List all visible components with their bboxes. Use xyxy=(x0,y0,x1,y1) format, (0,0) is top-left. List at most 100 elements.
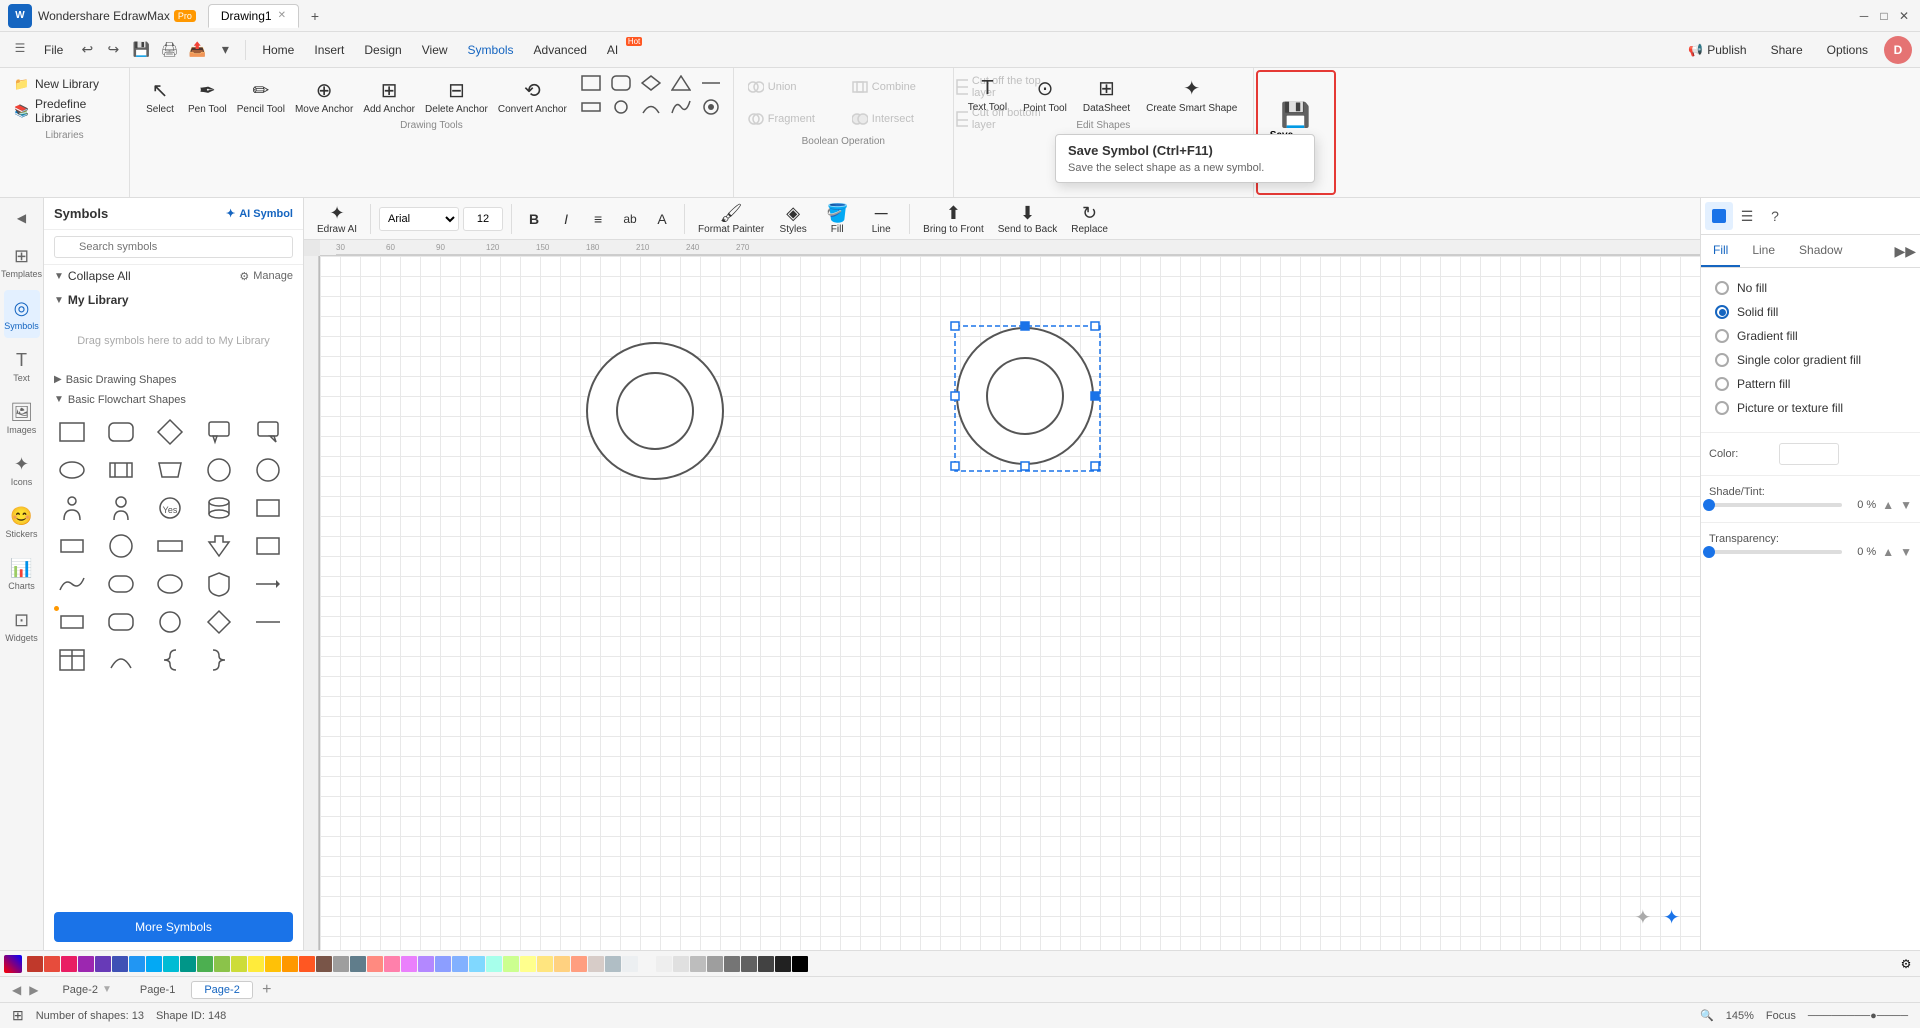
shape-curly-brace[interactable] xyxy=(150,642,190,678)
color-swatch-orange[interactable] xyxy=(282,956,298,972)
color-swatch-light-blue[interactable] xyxy=(146,956,162,972)
plus-icon[interactable]: ✦ xyxy=(1663,905,1680,930)
move-anchor-btn[interactable]: ⊕ Move Anchor xyxy=(291,72,357,118)
color-swatch-5[interactable] xyxy=(435,956,451,972)
nav-text[interactable]: T Text xyxy=(4,342,40,390)
edraw-ai-btn[interactable]: ✦ Edraw AI xyxy=(312,200,362,238)
minimize-btn[interactable]: ─ xyxy=(1856,8,1872,24)
shape-callout-right[interactable] xyxy=(248,414,288,450)
print-btn[interactable]: 🖨 xyxy=(157,38,181,62)
nav-templates[interactable]: ⊞ Templates xyxy=(4,238,40,286)
menu-home[interactable]: Home xyxy=(254,39,302,61)
shape-zigzag-btn[interactable] xyxy=(667,96,695,118)
zoom-slider-area[interactable]: ────────●──── xyxy=(1808,1010,1908,1022)
color-swatch-17[interactable] xyxy=(639,956,655,972)
color-swatch-13[interactable] xyxy=(571,956,587,972)
collapse-all-btn[interactable]: Collapse All xyxy=(68,269,131,283)
tab-shadow[interactable]: Shadow xyxy=(1787,235,1854,267)
color-swatch-3[interactable] xyxy=(401,956,417,972)
color-swatch-brown[interactable] xyxy=(316,956,332,972)
color-swatch-grey[interactable] xyxy=(333,956,349,972)
add-anchor-btn[interactable]: ⊞ Add Anchor xyxy=(359,72,419,118)
color-swatch-lime[interactable] xyxy=(231,956,247,972)
shade-slider[interactable] xyxy=(1709,503,1842,507)
shape-rect[interactable] xyxy=(52,414,92,450)
color-swatch-11[interactable] xyxy=(537,956,553,972)
options-btn[interactable]: Options xyxy=(1819,39,1876,61)
shape-line2[interactable] xyxy=(248,604,288,640)
nav-charts[interactable]: 📊 Charts xyxy=(4,550,40,598)
shape-arc-btn[interactable] xyxy=(637,96,665,118)
union-btn[interactable]: Union xyxy=(742,72,842,102)
color-swatch-2[interactable] xyxy=(384,956,400,972)
shape-rect-btn[interactable] xyxy=(577,72,605,94)
color-swatch-cyan[interactable] xyxy=(163,956,179,972)
new-library-btn[interactable]: 📁 New Library xyxy=(8,74,121,94)
fill-btn[interactable]: 🪣 Fill xyxy=(817,200,857,238)
tab-fill[interactable]: Fill xyxy=(1701,235,1740,267)
color-swatch-23[interactable] xyxy=(741,956,757,972)
shape-rounded2[interactable] xyxy=(101,566,141,602)
predefine-libraries-btn[interactable]: 📚 Predefine Libraries xyxy=(8,94,121,128)
bold-btn[interactable]: B xyxy=(520,208,548,230)
transparency-up[interactable]: ▲ xyxy=(1882,545,1894,559)
color-swatch-19[interactable] xyxy=(673,956,689,972)
left-circle-shape[interactable] xyxy=(580,336,730,486)
align-btn[interactable]: ≡ xyxy=(584,208,612,230)
layers-icon[interactable]: ☰ xyxy=(1733,202,1761,230)
shade-down[interactable]: ▼ xyxy=(1900,498,1912,512)
menu-symbols[interactable]: Symbols xyxy=(460,39,522,61)
color-swatch-16[interactable] xyxy=(622,956,638,972)
nav-collapse-btn[interactable]: ◀ xyxy=(10,206,34,230)
shape-callout-left[interactable] xyxy=(199,414,239,450)
color-swatch-8[interactable] xyxy=(486,956,502,972)
shape-triangle-btn[interactable] xyxy=(667,72,695,94)
shape-rounded3[interactable] xyxy=(101,604,141,640)
delete-anchor-btn[interactable]: ⊟ Delete Anchor xyxy=(421,72,492,118)
color-swatch-9[interactable] xyxy=(503,956,519,972)
more-btn[interactable]: ▾ xyxy=(213,38,237,62)
shape-target-btn[interactable] xyxy=(697,96,725,118)
right-circle-shape[interactable] xyxy=(950,321,1100,471)
solid-fill-option[interactable]: Solid fill xyxy=(1709,300,1912,324)
color-swatch-teal[interactable] xyxy=(180,956,196,972)
shape-small-rect2[interactable] xyxy=(52,528,92,564)
shade-up[interactable]: ▲ xyxy=(1882,498,1894,512)
font-select[interactable]: Arial xyxy=(379,207,459,231)
fill-panel-icon[interactable] xyxy=(1705,202,1733,230)
replace-btn[interactable]: ↻ Replace xyxy=(1066,200,1113,238)
color-swatch-12[interactable] xyxy=(554,956,570,972)
shape-cylinder[interactable] xyxy=(199,490,239,526)
create-smart-shape-btn[interactable]: ✦ Create Smart Shape xyxy=(1140,72,1243,118)
color-swatch-14[interactable] xyxy=(588,956,604,972)
italic-btn[interactable]: I xyxy=(552,208,580,230)
canvas[interactable]: ✦ ✦ xyxy=(320,256,1700,950)
canvas-wrapper[interactable]: 30 60 90 120 150 180 210 240 270 xyxy=(304,240,1700,950)
help-icon[interactable]: ? xyxy=(1761,202,1789,230)
publish-btn[interactable]: 📢 Publish xyxy=(1680,39,1754,61)
drawing-tab[interactable]: Drawing1 ✕ xyxy=(208,4,299,28)
color-swatch-22[interactable] xyxy=(724,956,740,972)
color-swatch-green[interactable] xyxy=(197,956,213,972)
color-swatch-1[interactable] xyxy=(367,956,383,972)
shape-arrow-down[interactable] xyxy=(199,528,239,564)
shape-wave[interactable] xyxy=(52,566,92,602)
transparency-down[interactable]: ▼ xyxy=(1900,545,1912,559)
color-swatch-blue-grey[interactable] xyxy=(350,956,366,972)
shape-curly-brace2[interactable] xyxy=(199,642,239,678)
single-gradient-option[interactable]: Single color gradient fill xyxy=(1709,348,1912,372)
shape-circle-btn[interactable] xyxy=(607,96,635,118)
pencil-tool-btn[interactable]: ✏ Pencil Tool xyxy=(233,72,289,118)
color-swatch-blue[interactable] xyxy=(129,956,145,972)
shape-manual[interactable] xyxy=(150,452,190,488)
shape-line-btn[interactable] xyxy=(697,72,725,94)
shape-rect3[interactable] xyxy=(248,528,288,564)
color-swatch-deep-purple[interactable] xyxy=(95,956,111,972)
pen-tool-btn[interactable]: ✒ Pen Tool xyxy=(184,72,231,118)
shape-ellipse[interactable] xyxy=(52,452,92,488)
redo-btn[interactable]: ↪ xyxy=(101,38,125,62)
panel-more-btn[interactable]: ▶▶ xyxy=(1890,239,1920,264)
color-swatch-amber[interactable] xyxy=(265,956,281,972)
picture-fill-option[interactable]: Picture or texture fill xyxy=(1709,396,1912,420)
intersect-btn[interactable]: Intersect xyxy=(846,104,946,134)
